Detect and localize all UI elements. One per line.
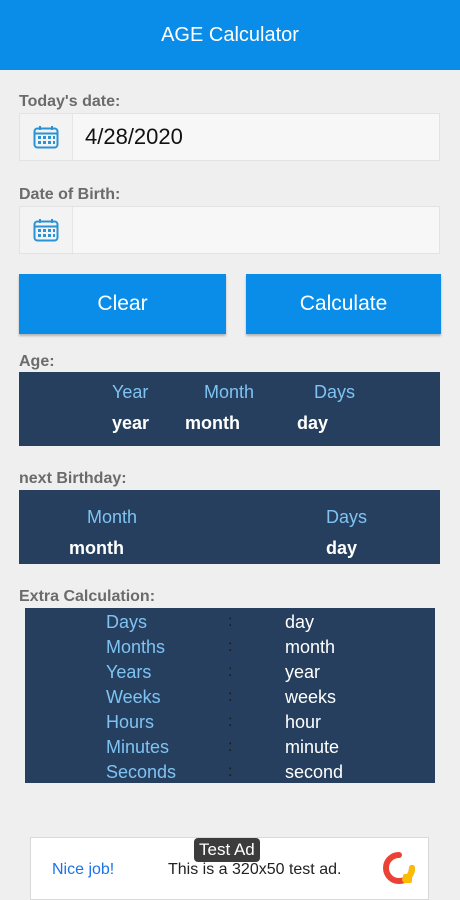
extra-key: Years bbox=[106, 662, 152, 682]
extra-separator: : bbox=[228, 638, 233, 655]
extra-row-days: Days : day bbox=[25, 610, 435, 635]
extra-key: Minutes bbox=[106, 737, 170, 757]
next-birthday-days-header: Days bbox=[326, 507, 368, 527]
extra-calculation-label: Extra Calculation: bbox=[19, 588, 156, 605]
extra-separator: : bbox=[228, 613, 233, 630]
extra-row-minutes: Minutes : minute bbox=[25, 735, 435, 760]
age-panel: Year Month Days year month day bbox=[19, 372, 440, 446]
extra-row-hours: Hours : hour bbox=[25, 710, 435, 735]
extra-row-seconds: Seconds : second bbox=[25, 760, 435, 785]
clear-button[interactable]: Clear bbox=[19, 274, 226, 334]
extra-value: minute bbox=[285, 737, 340, 757]
age-day-value: day bbox=[297, 413, 329, 433]
calculate-button[interactable]: Calculate bbox=[246, 274, 441, 334]
next-birthday-panel: Month Days month day bbox=[19, 490, 440, 564]
extra-key: Hours bbox=[106, 712, 155, 732]
ad-text: This is a 320x50 test ad. bbox=[168, 861, 342, 878]
extra-row-years: Years : year bbox=[25, 660, 435, 685]
today-date-value: 4/28/2020 bbox=[85, 124, 183, 149]
extra-separator: : bbox=[228, 713, 233, 730]
age-month-value: month bbox=[185, 413, 240, 433]
dob-label: Date of Birth: bbox=[19, 186, 121, 203]
next-birthday-month-header: Month bbox=[87, 507, 138, 527]
extra-value: month bbox=[285, 637, 336, 657]
age-year-value: year bbox=[112, 413, 150, 433]
dob-field[interactable] bbox=[19, 206, 440, 254]
age-year-header: Year bbox=[112, 382, 149, 402]
extra-separator: : bbox=[228, 688, 233, 705]
today-date-label: Today's date: bbox=[19, 93, 121, 110]
extra-value: day bbox=[285, 612, 315, 632]
today-date-field[interactable]: 4/28/2020 bbox=[19, 113, 440, 161]
extra-value: hour bbox=[285, 712, 322, 732]
extra-separator: : bbox=[228, 763, 233, 780]
age-days-header: Days bbox=[314, 382, 356, 402]
extra-key: Months bbox=[106, 637, 166, 657]
app-bar: AGE Calculator bbox=[0, 0, 460, 70]
next-birthday-day-value: day bbox=[326, 538, 358, 558]
next-birthday-month-value: month bbox=[69, 538, 124, 558]
calendar-icon[interactable] bbox=[20, 114, 73, 160]
app-title: AGE Calculator bbox=[161, 23, 299, 46]
age-label: Age: bbox=[19, 353, 55, 370]
ad-cta-link[interactable]: Nice job! bbox=[52, 861, 114, 879]
extra-key: Weeks bbox=[106, 687, 161, 707]
extra-value: second bbox=[285, 762, 344, 782]
extra-separator: : bbox=[228, 738, 233, 755]
calendar-icon[interactable] bbox=[20, 207, 73, 253]
next-birthday-label: next Birthday: bbox=[19, 470, 127, 487]
extra-separator: : bbox=[228, 663, 233, 680]
ad-choices-logo-icon[interactable] bbox=[383, 852, 415, 891]
test-ad-tag: Test Ad bbox=[194, 838, 260, 862]
extra-value: weeks bbox=[285, 687, 337, 707]
age-month-header: Month bbox=[204, 382, 255, 402]
extra-calculation-panel: Days : day Months : month Years : year W… bbox=[25, 608, 435, 783]
extra-row-weeks: Weeks : weeks bbox=[25, 685, 435, 710]
extra-key: Days bbox=[106, 612, 148, 632]
extra-value: year bbox=[285, 662, 321, 682]
extra-row-months: Months : month bbox=[25, 635, 435, 660]
extra-key: Seconds bbox=[106, 762, 177, 782]
